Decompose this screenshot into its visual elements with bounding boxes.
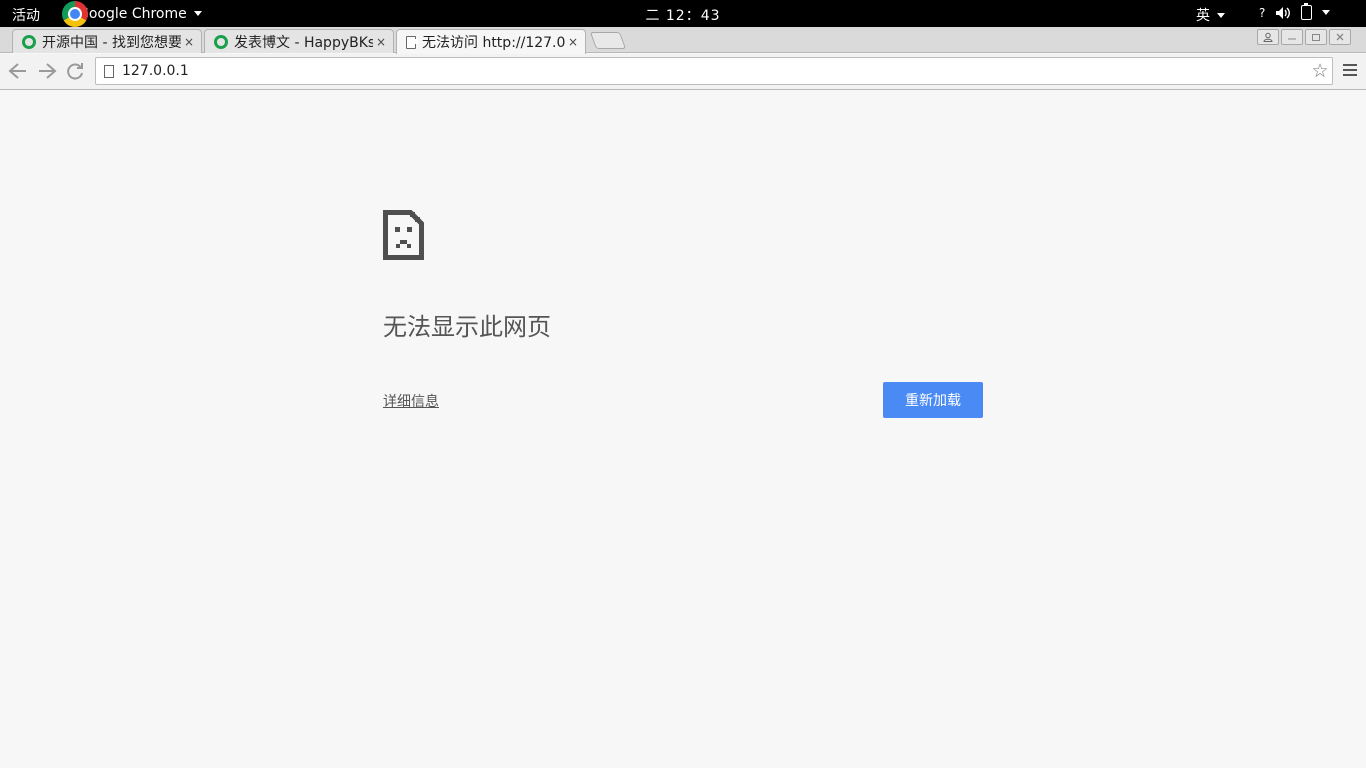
close-window-icon[interactable]: [1329, 29, 1351, 45]
forward-arrow-icon: [39, 63, 57, 79]
close-icon[interactable]: ×: [181, 35, 197, 49]
address-bar[interactable]: 127.0.0.1 ☆: [95, 57, 1333, 85]
back-button[interactable]: [6, 60, 30, 82]
chevron-down-icon: [1217, 12, 1225, 18]
minimize-icon[interactable]: [1281, 29, 1303, 45]
reload-button[interactable]: 重新加载: [883, 382, 983, 418]
toolbar: 127.0.0.1 ☆: [0, 54, 1366, 90]
details-link[interactable]: 详细信息: [383, 391, 439, 411]
error-title: 无法显示此网页: [383, 313, 551, 341]
tab-oschina[interactable]: 开源中国 - 找到您想要的开源项目 ×: [12, 29, 202, 53]
new-tab-button[interactable]: [589, 32, 627, 49]
oschina-icon: [22, 34, 36, 49]
input-method-menu[interactable]: 英: [1196, 5, 1225, 25]
page-icon: [406, 35, 418, 49]
help-icon: ?: [1259, 5, 1266, 20]
chrome-menu-icon[interactable]: [1343, 64, 1357, 79]
sad-page-icon: [383, 210, 424, 260]
reload-toolbar-button[interactable]: [63, 60, 87, 82]
input-method-label: 英: [1196, 8, 1210, 24]
tab-strip: 开源中国 - 找到您想要的开源项目 × 发表博文 - HappyBKs × 无法…: [0, 27, 1366, 54]
error-page: 无法显示此网页 详细信息 重新加载: [0, 91, 1366, 768]
oschina-icon: [214, 34, 228, 49]
reload-icon: [67, 63, 83, 80]
battery-icon: [1301, 3, 1313, 20]
chevron-down-icon: [1322, 10, 1331, 15]
tab-title: 无法访问 http://127.0.0.1: [422, 35, 565, 51]
tab-title: 开源中国 - 找到您想要的开源项目: [42, 34, 181, 51]
tab-title: 发表博文 - HappyBKs: [234, 34, 373, 51]
forward-button[interactable]: [35, 60, 59, 82]
top-bar: 活动 Google Chrome 二 12：43 英 ?: [0, 0, 1366, 27]
page-icon: [104, 64, 114, 78]
profile-icon[interactable]: [1257, 29, 1279, 45]
volume-icon: [1276, 6, 1291, 19]
url-text[interactable]: 127.0.0.1: [122, 63, 1308, 79]
window-controls: [1257, 29, 1351, 45]
clock[interactable]: 二 12：43: [0, 5, 1366, 25]
close-icon[interactable]: ×: [565, 35, 581, 49]
tab-post-blog[interactable]: 发表博文 - HappyBKs ×: [204, 29, 394, 53]
maximize-icon[interactable]: [1305, 29, 1327, 45]
bookmark-star-icon[interactable]: ☆: [1308, 60, 1332, 82]
close-icon[interactable]: ×: [373, 35, 389, 49]
system-status-menu[interactable]: ?: [1259, 3, 1331, 20]
tab-error-page[interactable]: 无法访问 http://127.0.0.1 ×: [396, 29, 586, 54]
back-arrow-icon: [8, 63, 26, 79]
